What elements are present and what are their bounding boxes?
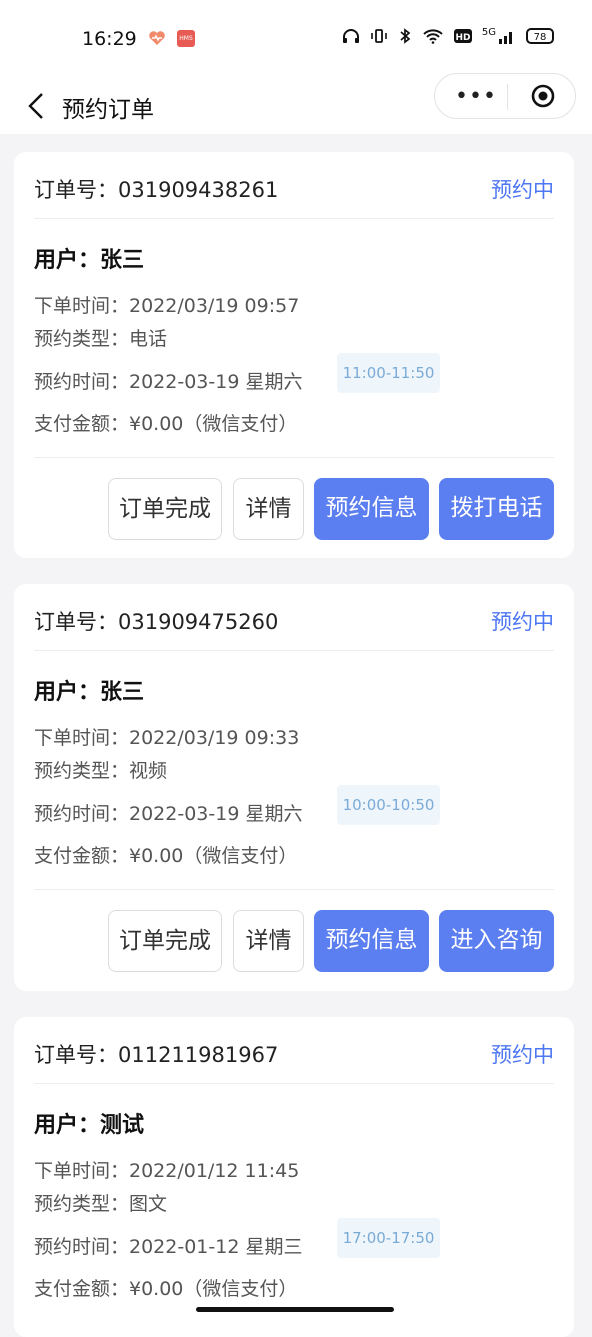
close-target-icon[interactable] bbox=[531, 84, 555, 108]
order-card: 订单号：011211981967 预约中 用户：测试 下单时间：2022/01/… bbox=[14, 1017, 574, 1337]
payment-amount: 支付金额：¥0.00（微信支付） bbox=[34, 845, 298, 867]
hms-app-icon: HMS bbox=[177, 30, 195, 47]
time-slot-badge: 11:00-11:50 bbox=[337, 353, 440, 393]
order-number: 订单号：031909438261 bbox=[34, 178, 279, 202]
payment-amount: 支付金额：¥0.00（微信支付） bbox=[34, 413, 298, 435]
time-slot-badge: 17:00-17:50 bbox=[337, 1218, 440, 1258]
enter-consultation-button[interactable]: 进入咨询 bbox=[439, 910, 554, 972]
order-time: 下单时间：2022/01/12 11:45 bbox=[34, 1160, 300, 1182]
divider bbox=[34, 889, 554, 890]
order-header: 订单号：031909475260 预约中 bbox=[34, 584, 554, 651]
home-indicator[interactable] bbox=[196, 1307, 394, 1312]
appointment-type: 预约类型：视频 bbox=[34, 760, 168, 782]
appointment-time: 预约时间：2022-03-19 星期六 bbox=[34, 371, 303, 393]
call-phone-button[interactable]: 拨打电话 bbox=[439, 478, 554, 540]
order-number: 订单号：031909475260 bbox=[34, 610, 279, 634]
details-button[interactable]: 详情 bbox=[233, 478, 304, 540]
appointment-type: 预约类型：图文 bbox=[34, 1193, 168, 1215]
appointment-time: 预约时间：2022-01-12 星期三 bbox=[34, 1236, 303, 1258]
status-time: 16:29 bbox=[82, 28, 137, 50]
divider bbox=[34, 457, 554, 458]
order-header: 订单号：011211981967 预约中 bbox=[34, 1017, 554, 1084]
headphones-icon bbox=[342, 29, 359, 43]
order-user: 用户：张三 bbox=[34, 248, 145, 273]
order-status: 预约中 bbox=[491, 610, 554, 634]
battery-icon: 78 bbox=[526, 28, 554, 44]
miniprogram-capsule: ••• bbox=[434, 73, 576, 119]
order-header: 订单号：031909438261 预约中 bbox=[34, 152, 554, 219]
appointment-time: 预约时间：2022-03-19 星期六 bbox=[34, 803, 303, 825]
order-user: 用户：测试 bbox=[34, 1113, 145, 1138]
vibrate-icon bbox=[371, 29, 387, 43]
wifi-icon bbox=[423, 29, 443, 44]
network-label: 5G bbox=[481, 26, 496, 38]
appointment-info-button[interactable]: 预约信息 bbox=[314, 910, 429, 972]
appointment-type: 预约类型：电话 bbox=[34, 328, 168, 350]
hd-icon: HD bbox=[453, 29, 472, 43]
complete-order-button[interactable]: 订单完成 bbox=[108, 910, 222, 972]
order-card: 订单号：031909475260 预约中 用户：张三 下单时间：2022/03/… bbox=[14, 584, 574, 991]
more-icon[interactable]: ••• bbox=[455, 84, 497, 109]
order-user: 用户：张三 bbox=[34, 680, 145, 705]
nav-bar: 预约订单 ••• bbox=[0, 73, 592, 134]
order-card: 订单号：031909438261 预约中 用户：张三 下单时间：2022/03/… bbox=[14, 152, 574, 558]
payment-amount: 支付金额：¥0.00（微信支付） bbox=[34, 1278, 298, 1300]
complete-order-button[interactable]: 订单完成 bbox=[108, 478, 222, 540]
details-button[interactable]: 详情 bbox=[233, 910, 304, 972]
time-slot-badge: 10:00-10:50 bbox=[337, 785, 440, 825]
order-time: 下单时间：2022/03/19 09:33 bbox=[34, 727, 300, 749]
back-icon[interactable] bbox=[26, 92, 46, 120]
order-status: 预约中 bbox=[491, 178, 554, 202]
health-app-icon bbox=[149, 31, 165, 45]
status-icons: HD 5G 78 bbox=[342, 26, 554, 44]
order-status: 预约中 bbox=[491, 1043, 554, 1067]
svg-text:HD: HD bbox=[455, 33, 470, 43]
signal-icon bbox=[499, 32, 512, 44]
capsule-divider bbox=[507, 84, 508, 110]
status-bar: 16:29 HMS HD 5G 78 bbox=[0, 0, 592, 78]
order-number: 订单号：011211981967 bbox=[34, 1043, 279, 1067]
order-time: 下单时间：2022/03/19 09:57 bbox=[34, 295, 300, 317]
appointment-info-button[interactable]: 预约信息 bbox=[314, 478, 429, 540]
bluetooth-icon bbox=[400, 28, 411, 44]
page-title: 预约订单 bbox=[62, 97, 154, 123]
